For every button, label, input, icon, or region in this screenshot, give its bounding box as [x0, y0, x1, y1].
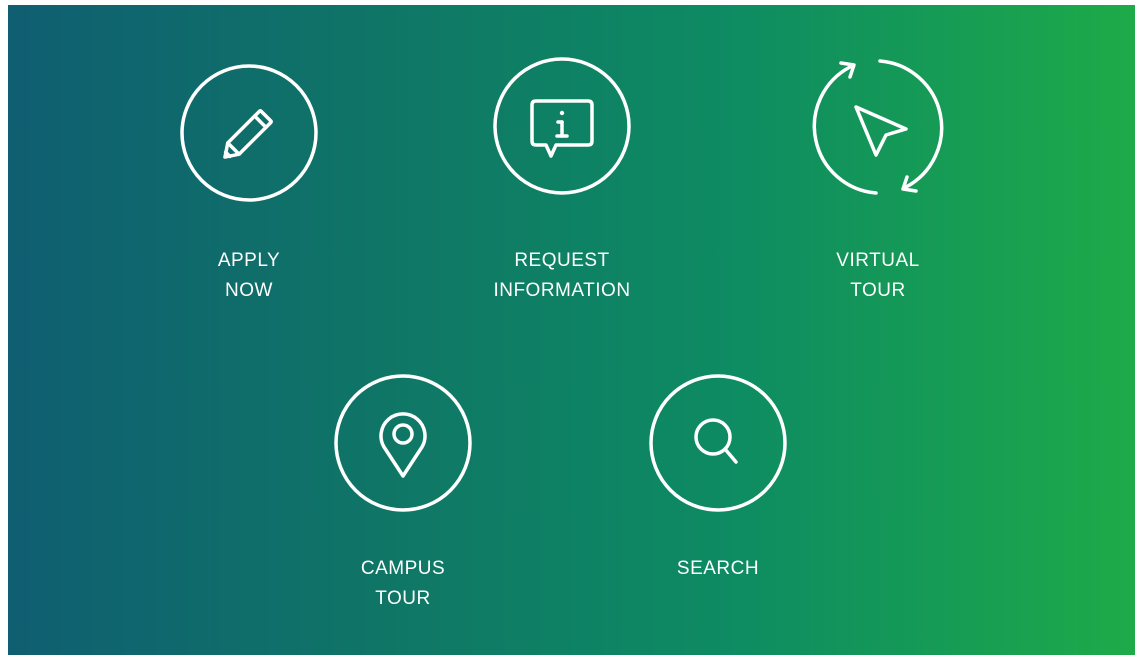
pencil-icon: [179, 63, 319, 203]
cursor-rotate-icon: [808, 57, 948, 197]
virtual-tour-label: VIRTUAL TOUR: [836, 250, 920, 301]
apply-now-label: APPLY NOW: [217, 250, 281, 301]
campus-tour-label: CAMPUS TOUR: [360, 558, 446, 609]
location-pin-icon: [333, 373, 473, 513]
search-label: SEARCH: [676, 558, 760, 579]
search-icon: [648, 373, 788, 513]
request-information-label: REQUEST INFORMATION: [493, 250, 631, 301]
info-chat-icon: [492, 56, 632, 196]
quick-links-panel: APPLY NOW REQUEST INFORMATION VIRTUAL TO…: [8, 5, 1135, 655]
